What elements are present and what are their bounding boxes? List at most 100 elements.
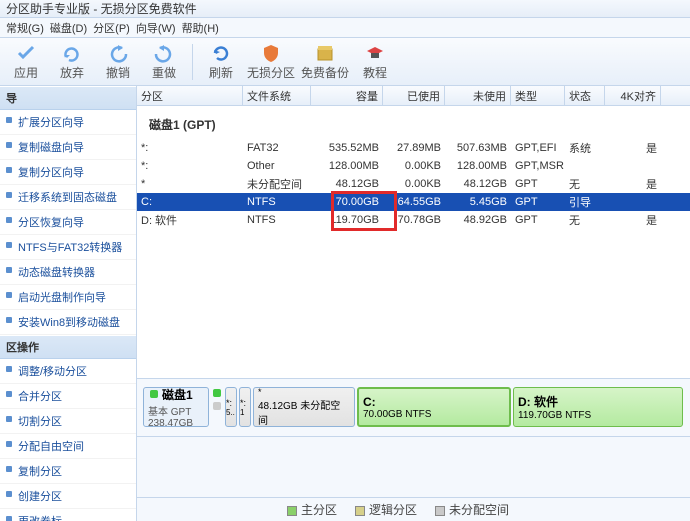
box-icon [314, 42, 336, 64]
table-row[interactable]: *:FAT32535.52MB27.89MB507.63MBGPT,EFI系统是 [137, 139, 690, 157]
menu-wizard[interactable]: 向导(W) [136, 20, 176, 36]
menu-partition[interactable]: 分区(P) [93, 20, 130, 36]
col-free[interactable]: 未使用 [445, 86, 511, 105]
operation-item[interactable]: 复制分区 [0, 459, 136, 484]
cell-fs: NTFS [243, 214, 311, 226]
operation-item[interactable]: 合并分区 [0, 384, 136, 409]
wizard-item[interactable]: 启动光盘制作向导 [0, 285, 136, 310]
legend-unalloc: 未分配空间 [435, 501, 509, 518]
disk-map: 磁盘1 基本 GPT 238.47GB *:5.. *:1 * 48.12GB … [137, 378, 690, 436]
operation-item[interactable]: 切割分区 [0, 409, 136, 434]
undo-icon [107, 42, 129, 64]
disk-led-icon [150, 390, 158, 398]
apply-button[interactable]: 应用 [4, 40, 48, 84]
refresh-icon [210, 42, 232, 64]
window-title: 分区助手专业版 - 无损分区免费软件 [6, 0, 197, 17]
operation-item[interactable]: 分配自由空间 [0, 434, 136, 459]
check-icon [15, 42, 37, 64]
operation-item[interactable]: 调整/移动分区 [0, 359, 136, 384]
cell-type: GPT [511, 214, 565, 226]
wizard-panel-title: 导 [0, 86, 136, 110]
col-type[interactable]: 类型 [511, 86, 565, 105]
wizard-item[interactable]: 动态磁盘转换器 [0, 260, 136, 285]
redo-button[interactable]: 重做 [142, 40, 186, 84]
table-row[interactable]: *未分配空间48.12GB0.00KB48.12GBGPT无是 [137, 175, 690, 193]
cell-free: 128.00MB [445, 160, 511, 172]
cell-cap: 119.70GB [311, 214, 383, 226]
wizard-item[interactable]: 扩展分区向导 [0, 110, 136, 135]
cell-type: GPT [511, 178, 565, 190]
wizard-item[interactable]: NTFS与FAT32转换器 [0, 235, 136, 260]
table-row[interactable]: *:Other128.00MB0.00KB128.00MBGPT,MSR [137, 157, 690, 175]
cell-cap: 48.12GB [311, 178, 383, 190]
col-capacity[interactable]: 容量 [311, 86, 383, 105]
cell-stat: 系统 [565, 140, 605, 156]
cell-fs: NTFS [243, 196, 311, 208]
cell-p: * [137, 178, 243, 190]
cell-cap: 128.00MB [311, 160, 383, 172]
disk-led-icon [213, 389, 221, 397]
table-row[interactable]: D: 软件NTFS119.70GB70.78GB48.92GBGPT无是 [137, 211, 690, 229]
col-status[interactable]: 状态 [565, 86, 605, 105]
col-partition[interactable]: 分区 [137, 86, 243, 105]
wizard-item[interactable]: 复制分区向导 [0, 160, 136, 185]
cell-type: GPT,MSR [511, 160, 565, 172]
diskmap-msr[interactable]: *:1 [239, 387, 251, 427]
menu-help[interactable]: 帮助(H) [182, 20, 219, 36]
toolbar: 应用 放弃 撤销 重做 刷新 无损分区 免费备份 教程 [0, 38, 690, 86]
table-row[interactable]: C:NTFS70.00GB64.55GB5.45GBGPT引导 [137, 193, 690, 211]
col-4kalign[interactable]: 4K对齐 [605, 86, 661, 105]
cell-stat: 无 [565, 212, 605, 228]
legend-primary: 主分区 [287, 501, 337, 518]
refresh-button[interactable]: 刷新 [199, 40, 243, 84]
lossless-partition-button[interactable]: 无损分区 [245, 40, 297, 84]
diskmap-c-drive[interactable]: C: 70.00GB NTFS [357, 387, 511, 427]
free-backup-button[interactable]: 免费备份 [299, 40, 351, 84]
cell-used: 64.55GB [383, 196, 445, 208]
discard-button[interactable]: 放弃 [50, 40, 94, 84]
hat-icon [364, 42, 386, 64]
cell-fs: FAT32 [243, 142, 311, 154]
cell-type: GPT [511, 196, 565, 208]
operations-panel: 调整/移动分区合并分区切割分区分配自由空间复制分区创建分区更改卷标分区对齐更改序… [0, 359, 136, 521]
cell-cap: 535.52MB [311, 142, 383, 154]
cell-align: 是 [605, 212, 661, 228]
diskmap-d-drive[interactable]: D: 软件 119.70GB NTFS [513, 387, 683, 427]
operation-item[interactable]: 创建分区 [0, 484, 136, 509]
cell-stat: 引导 [565, 194, 605, 210]
cell-used: 27.89MB [383, 142, 445, 154]
cell-cap: 70.00GB [311, 196, 383, 208]
partition-table-body[interactable]: 磁盘1 (GPT) *:FAT32535.52MB27.89MB507.63MB… [137, 106, 690, 378]
operation-item[interactable]: 更改卷标 [0, 509, 136, 521]
wizard-panel: 扩展分区向导复制磁盘向导复制分区向导迁移系统到固态磁盘分区恢复向导NTFS与FA… [0, 110, 136, 335]
col-used[interactable]: 已使用 [383, 86, 445, 105]
cell-stat: 无 [565, 176, 605, 192]
menu-disk[interactable]: 磁盘(D) [50, 20, 87, 36]
wizard-item[interactable]: 复制磁盘向导 [0, 135, 136, 160]
diskmap-unalloc[interactable]: * 48.12GB 未分配空间 [253, 387, 355, 427]
cell-align: 是 [605, 140, 661, 156]
toolbar-separator [192, 44, 193, 80]
shield-icon [260, 42, 282, 64]
menubar: 常规(G) 磁盘(D) 分区(P) 向导(W) 帮助(H) [0, 18, 690, 38]
undo-button[interactable]: 撤销 [96, 40, 140, 84]
window-titlebar: 分区助手专业版 - 无损分区免费软件 [0, 0, 690, 18]
operations-panel-title: 区操作 [0, 335, 136, 359]
tutorial-button[interactable]: 教程 [353, 40, 397, 84]
cell-p: C: [137, 196, 243, 208]
wizard-item[interactable]: 安装Win8到移动磁盘 [0, 310, 136, 335]
cell-used: 0.00KB [383, 160, 445, 172]
cell-fs: 未分配空间 [243, 176, 311, 192]
disk-info-block[interactable]: 磁盘1 基本 GPT 238.47GB [143, 387, 209, 427]
wizard-item[interactable]: 迁移系统到固态磁盘 [0, 185, 136, 210]
legend: 主分区 逻辑分区 未分配空间 [137, 497, 690, 521]
cell-align: 是 [605, 176, 661, 192]
menu-general[interactable]: 常规(G) [6, 20, 44, 36]
wizard-item[interactable]: 分区恢复向导 [0, 210, 136, 235]
diskmap-efi[interactable]: *:5.. [225, 387, 237, 427]
col-filesystem[interactable]: 文件系统 [243, 86, 311, 105]
sidebar: 导 扩展分区向导复制磁盘向导复制分区向导迁移系统到固态磁盘分区恢复向导NTFS与… [0, 86, 137, 521]
redo-icon [153, 42, 175, 64]
cell-fs: Other [243, 160, 311, 172]
cell-free: 507.63MB [445, 142, 511, 154]
